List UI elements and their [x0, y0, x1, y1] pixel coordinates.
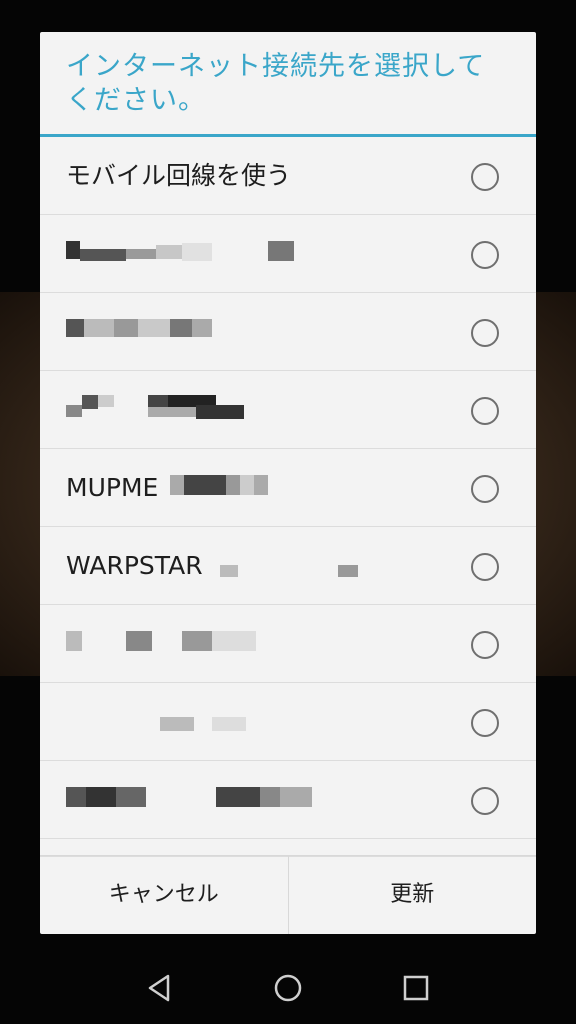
back-icon[interactable]	[140, 968, 180, 1008]
home-icon[interactable]	[268, 968, 308, 1008]
redacted-ssid	[220, 551, 360, 581]
refresh-button[interactable]: 更新	[287, 856, 537, 934]
redacted-ssid	[160, 707, 260, 737]
network-option-mobile[interactable]: モバイル回線を使う	[40, 137, 536, 215]
network-option[interactable]	[40, 605, 536, 683]
redacted-ssid	[66, 785, 326, 815]
network-option[interactable]	[40, 683, 536, 761]
radio-button[interactable]	[471, 631, 499, 659]
dialog-buttons: キャンセル 更新	[40, 855, 536, 934]
radio-button[interactable]	[471, 163, 499, 191]
network-option[interactable]	[40, 215, 536, 293]
radio-button[interactable]	[471, 319, 499, 347]
redacted-ssid	[66, 317, 216, 347]
dialog-title: インターネット接続先を選択して ください。	[40, 32, 536, 134]
redacted-ssid	[66, 239, 306, 269]
recents-icon[interactable]	[396, 968, 436, 1008]
network-option[interactable]: WARPSTAR	[40, 527, 536, 605]
redacted-ssid	[66, 395, 286, 425]
network-option-label: WARPSTAR	[66, 551, 203, 580]
network-option[interactable]: MUPME	[40, 449, 536, 527]
network-list: モバイル回線を使う MUPME WARPSTAR	[40, 137, 536, 857]
network-option[interactable]	[40, 293, 536, 371]
navigation-bar	[0, 946, 576, 1024]
radio-button[interactable]	[471, 241, 499, 269]
radio-button[interactable]	[471, 397, 499, 425]
radio-button[interactable]	[471, 787, 499, 815]
radio-button[interactable]	[471, 709, 499, 737]
redacted-ssid	[170, 473, 280, 503]
network-option[interactable]	[40, 761, 536, 839]
radio-button[interactable]	[471, 553, 499, 581]
network-option-label: MUPME	[66, 473, 159, 502]
network-option-label: モバイル回線を使う	[66, 161, 292, 190]
radio-button[interactable]	[471, 475, 499, 503]
network-select-dialog: インターネット接続先を選択して ください。 モバイル回線を使う MUPME WA…	[40, 32, 536, 934]
network-option[interactable]	[40, 371, 536, 449]
dialog-title-text: インターネット接続先を選択して ください。	[66, 51, 486, 116]
cancel-button[interactable]: キャンセル	[40, 856, 288, 934]
screen: インターネット接続先を選択して ください。 モバイル回線を使う MUPME WA…	[0, 0, 576, 1024]
redacted-ssid	[66, 629, 296, 659]
